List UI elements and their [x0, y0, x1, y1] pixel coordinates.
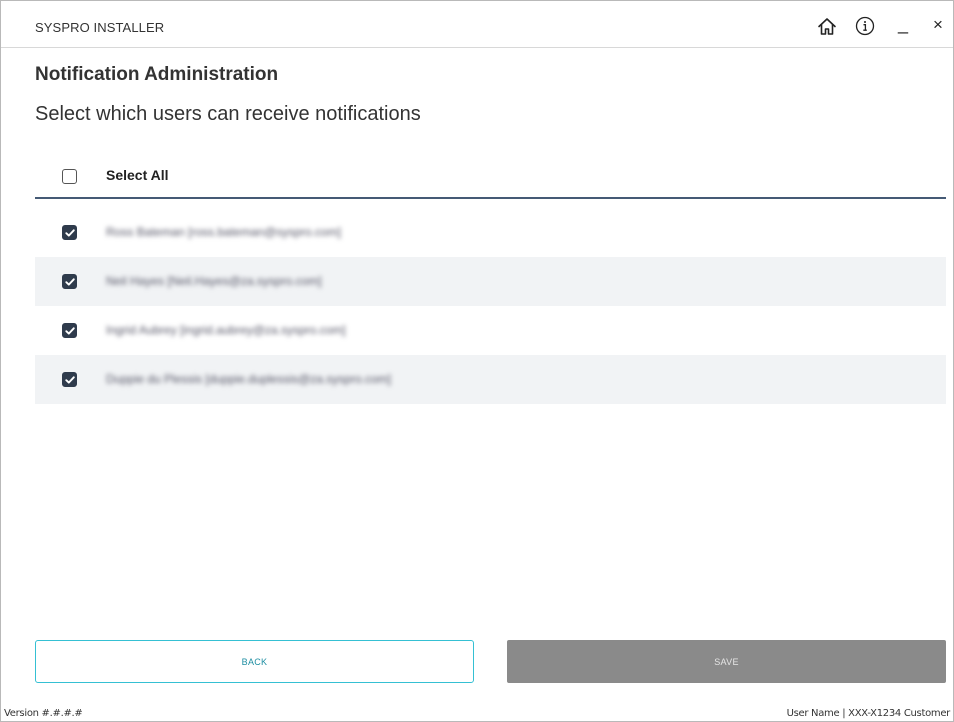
user-list: Ross Bateman [ross.bateman@syspro.com] N… [35, 208, 946, 404]
select-all-row[interactable]: Select All [35, 156, 946, 199]
page-title: Notification Administration [35, 64, 279, 85]
user-checkbox[interactable] [62, 225, 77, 240]
version-label: Version #.#.#.# [4, 708, 83, 719]
app-title: SYSPRO INSTALLER [35, 20, 165, 35]
back-button[interactable]: BACK [35, 640, 474, 683]
user-row[interactable]: Ingrid Aubrey [ingrid.aubrey@za.syspro.c… [35, 306, 946, 355]
installer-window: SYSPRO INSTALLER _ × Notification Admini… [0, 0, 954, 722]
user-checkbox[interactable] [62, 323, 77, 338]
save-button[interactable]: SAVE [507, 640, 946, 683]
user-label: Duppie du Plessis [duppie.duplessis@za.s… [106, 372, 391, 386]
user-info-label: User Name | XXX-X1234 Customer [786, 708, 951, 719]
select-all-checkbox[interactable] [62, 169, 77, 184]
user-row[interactable]: Neil Hayes [Neil.Hayes@za.syspro.com] [35, 257, 946, 306]
select-all-label: Select All [106, 167, 169, 183]
close-icon[interactable]: × [929, 14, 947, 36]
user-checkbox[interactable] [62, 372, 77, 387]
info-icon[interactable] [854, 15, 876, 37]
page-subtitle: Select which users can receive notificat… [35, 103, 421, 125]
title-bar: SYSPRO INSTALLER _ × [1, 1, 953, 48]
user-label: Neil Hayes [Neil.Hayes@za.syspro.com] [106, 274, 322, 288]
home-icon[interactable] [816, 15, 838, 37]
user-checkbox[interactable] [62, 274, 77, 289]
user-label: Ross Bateman [ross.bateman@syspro.com] [106, 225, 341, 239]
user-row[interactable]: Duppie du Plessis [duppie.duplessis@za.s… [35, 355, 946, 404]
minimize-icon[interactable]: _ [895, 13, 911, 35]
user-row[interactable]: Ross Bateman [ross.bateman@syspro.com] [35, 208, 946, 257]
user-label: Ingrid Aubrey [ingrid.aubrey@za.syspro.c… [106, 323, 346, 337]
